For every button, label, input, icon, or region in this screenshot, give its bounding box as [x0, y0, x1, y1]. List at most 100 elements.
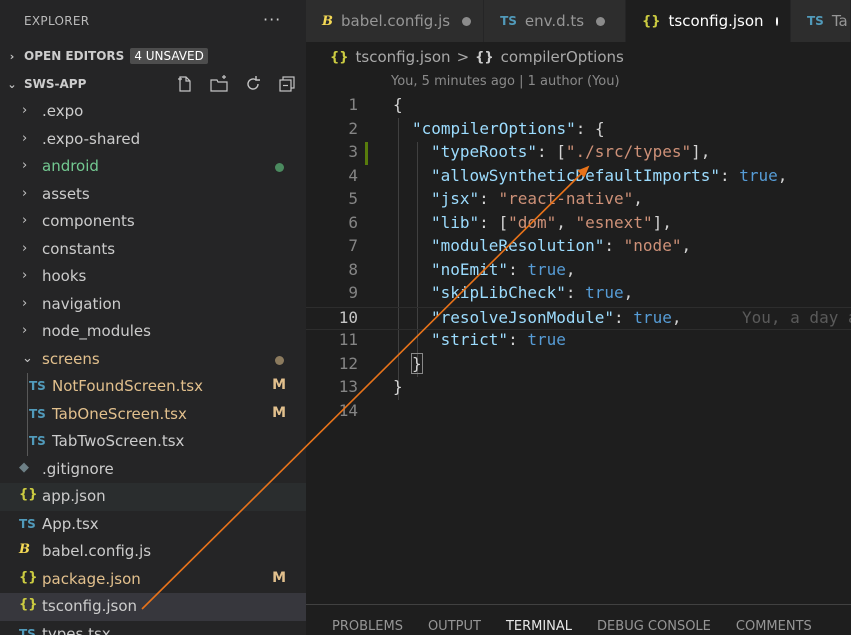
code-line-4: 4 "allowSyntheticDefaultImports": true,: [348, 165, 788, 185]
unsaved-dot[interactable]: [462, 16, 472, 26]
tab-env-d-ts[interactable]: TS env.d.ts: [484, 0, 626, 42]
tree-file-app-json[interactable]: {} app.json: [0, 483, 306, 511]
open-editors-section[interactable]: › OPEN EDITORS 4 UNSAVED: [0, 42, 306, 70]
code-line-13: 13}: [338, 377, 403, 396]
chevron-right-icon: ›: [22, 268, 28, 283]
tree-folder-node-modules[interactable]: › node_modules: [0, 318, 306, 346]
typescript-icon: TS: [29, 379, 46, 393]
code-line-6: 6 "lib": ["dom", "esnext"],: [348, 212, 672, 232]
chevron-down-icon: ⌄: [22, 350, 33, 366]
breadcrumb: {} tsconfig.json > {} compilerOptions: [306, 42, 851, 72]
json-icon: {}: [642, 13, 661, 29]
typescript-icon: TS: [29, 434, 46, 448]
tree-folder-expo-shared[interactable]: › .expo-shared: [0, 126, 306, 154]
json-icon: {}: [19, 569, 38, 585]
tab-tsconfig-json[interactable]: {} tsconfig.json: [626, 0, 791, 42]
code-line-2: 2 "compilerOptions": {: [348, 118, 605, 138]
modified-dot: [275, 355, 284, 365]
chevron-right-icon: ›: [22, 103, 28, 118]
explorer-title: EXPLORER: [24, 14, 90, 28]
breadcrumb-separator: >: [456, 48, 470, 66]
new-folder-icon[interactable]: [210, 75, 228, 93]
explorer-toolbar: [176, 75, 296, 93]
code-line-9: 9 "skipLibCheck": true,: [348, 283, 634, 302]
tree-file-types-tsx[interactable]: TS types.tsx: [0, 621, 306, 635]
chevron-right-icon: ›: [9, 49, 15, 63]
tree-folder-assets[interactable]: › assets: [0, 181, 306, 209]
code-line-7: 7 "moduleResolution": "node",: [348, 236, 692, 255]
more-actions-icon[interactable]: ···: [263, 10, 281, 29]
code-line-5: 5 "jsx": "react-native",: [348, 189, 643, 208]
explorer-sidebar: EXPLORER ··· › OPEN EDITORS 4 UNSAVED ⌄ …: [0, 0, 306, 635]
tab-babel-config[interactable]: Bbabel.config.js: [306, 0, 485, 42]
tab-terminal[interactable]: TERMINAL: [506, 619, 572, 634]
tree-folder-android[interactable]: › android: [0, 153, 306, 181]
tab-overflow[interactable]: TS Ta: [791, 0, 851, 42]
tab-debug-console[interactable]: DEBUG CONSOLE: [597, 619, 711, 634]
code-line-11: 11 "strict": true: [338, 330, 566, 349]
unsaved-dot[interactable]: [596, 16, 606, 26]
typescript-icon: TS: [500, 14, 517, 28]
bottom-panel-tabs: PROBLEMS OUTPUT TERMINAL DEBUG CONSOLE C…: [306, 604, 851, 635]
typescript-icon: TS: [19, 626, 36, 635]
tree-file-package-json[interactable]: {} package.json M: [0, 566, 306, 594]
tab-output[interactable]: OUTPUT: [428, 619, 481, 634]
babel-icon: B: [322, 13, 333, 29]
tree-file-tsconfig-json[interactable]: {} tsconfig.json: [0, 593, 306, 621]
chevron-right-icon: ›: [22, 130, 28, 146]
unsaved-dot[interactable]: [775, 16, 778, 26]
open-editors-label: OPEN EDITORS: [24, 49, 125, 63]
object-icon: {}: [475, 49, 494, 65]
workspace-section[interactable]: ⌄ SWS-APP: [0, 70, 306, 98]
typescript-icon: TS: [19, 516, 36, 531]
editor-tabs: Bbabel.config.js TS env.d.ts {} tsconfig.j…: [306, 0, 851, 42]
code-line-14: 14: [338, 400, 358, 420]
tree-file-gitignore[interactable]: ◆ .gitignore: [0, 456, 306, 484]
tab-comments[interactable]: COMMENTS: [736, 619, 812, 634]
untracked-dot: [275, 163, 284, 172]
tree-folder-hooks[interactable]: › hooks: [0, 263, 306, 291]
code-line-3: 3 "typeRoots": ["./src/types"],: [348, 142, 711, 161]
json-icon: {}: [19, 597, 38, 612]
json-icon: {}: [330, 49, 349, 65]
typescript-icon: TS: [807, 14, 824, 28]
modified-badge: M: [272, 377, 286, 393]
babel-icon: B: [19, 542, 30, 557]
tree-file-app-tsx[interactable]: TS App.tsx: [0, 511, 306, 539]
tree-folder-navigation[interactable]: › navigation: [0, 291, 306, 319]
modified-badge: M: [272, 569, 286, 586]
typescript-icon: TS: [29, 406, 46, 421]
chevron-down-icon: ⌄: [7, 77, 17, 91]
git-icon: ◆: [19, 459, 29, 475]
refresh-icon[interactable]: [244, 75, 262, 93]
tree-file-notfoundscreen[interactable]: TS NotFoundScreen.tsx M: [0, 373, 306, 401]
tree-file-tabonescreen[interactable]: TS TabOneScreen.tsx M: [0, 400, 306, 428]
breadcrumb-symbol[interactable]: compilerOptions: [501, 48, 624, 66]
tree-folder-screens[interactable]: ⌄ screens: [0, 346, 306, 374]
chevron-right-icon: ›: [22, 185, 28, 201]
json-icon: {}: [19, 487, 38, 502]
inline-blame: You, a day a: [742, 307, 851, 327]
chevron-right-icon: ›: [22, 213, 28, 228]
explorer-header: EXPLORER ···: [0, 0, 306, 42]
tree-file-babel-config[interactable]: Bbabel.config.js: [0, 538, 306, 566]
tree-folder-expo[interactable]: › .expo: [0, 98, 306, 126]
new-file-icon[interactable]: [176, 75, 194, 93]
unsaved-badge: 4 UNSAVED: [130, 48, 208, 64]
breadcrumb-file[interactable]: tsconfig.json: [356, 48, 451, 66]
collapse-all-icon[interactable]: [278, 75, 296, 93]
code-line-1: 1{: [348, 95, 403, 114]
chevron-right-icon: ›: [22, 295, 28, 311]
code-line-12: 12}: [338, 352, 423, 374]
modified-badge: M: [272, 404, 286, 421]
chevron-right-icon: ›: [22, 323, 28, 338]
codelens-blame[interactable]: You, 5 minutes ago | 1 author (You): [391, 74, 620, 89]
tree-folder-constants[interactable]: › constants: [0, 236, 306, 264]
tab-problems[interactable]: PROBLEMS: [332, 619, 403, 634]
code-editor[interactable]: You, 5 minutes ago | 1 author (You) 1{ 2…: [306, 72, 851, 604]
tree-file-tabtwoscreen[interactable]: TS TabTwoScreen.tsx: [0, 428, 306, 456]
tree-folder-components[interactable]: › components: [0, 208, 306, 236]
code-line-10: 10 "resolveJsonModule": true, You, a day a: [306, 306, 851, 330]
code-line-8: 8 "noEmit": true,: [348, 259, 576, 279]
chevron-right-icon: ›: [22, 240, 28, 256]
